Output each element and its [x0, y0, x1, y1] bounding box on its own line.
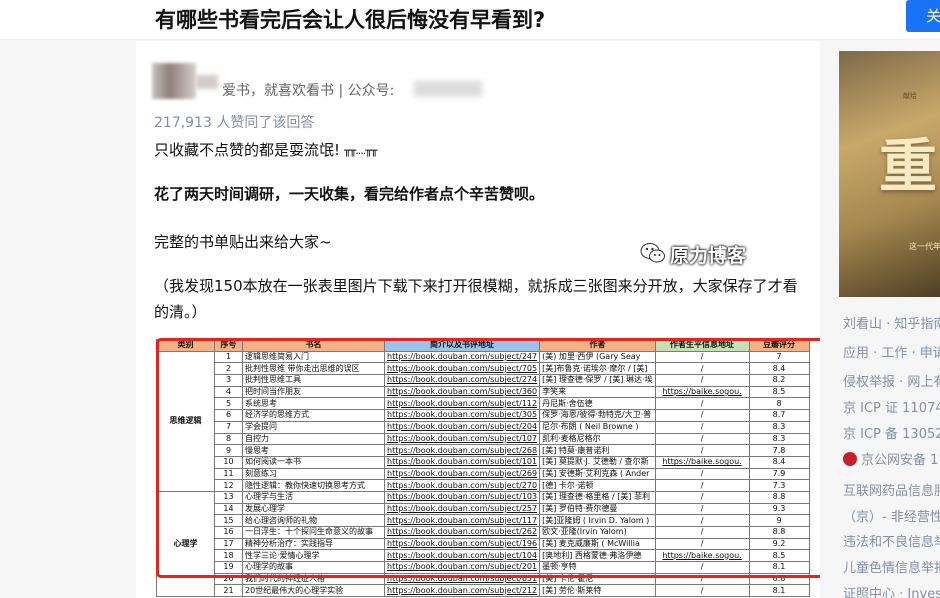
footer-link-child-report[interactable]: 儿童色情信息举报 — [843, 557, 940, 576]
footer-link-icp-record[interactable]: 京 ICP 备 130523 — [843, 423, 940, 442]
table-row: 21 20世纪最伟大的心理学实验 https://book.douban.com/s… — [157, 584, 810, 598]
banner-headline: 重 — [879, 132, 938, 200]
author-headline: 爱书，就喜欢看书 | 公众号: — [222, 83, 395, 99]
author-account-blurred — [414, 81, 482, 97]
wechat-icon — [640, 243, 665, 263]
avatar[interactable] — [152, 63, 196, 99]
ad-banner[interactable]: 献给 重 这一代年 — [839, 51, 940, 297]
author-info: 爱书，就喜欢看书 | 公众号: — [152, 63, 812, 99]
footer-link-license-center[interactable]: 证照中心 · Invest — [843, 583, 940, 598]
banner-caption: 献给 — [903, 92, 917, 100]
banner-subtitle: 这一代年 — [909, 242, 940, 251]
watermark-text: 原力博客 — [670, 245, 747, 267]
top-header: 有哪些书看完后会让人很后悔没有早看到? 关 — [0, 0, 940, 40]
footer-link-illegal-report[interactable]: 违法和不良信息举 — [843, 531, 940, 550]
footer-link-police[interactable]: 京公网安备 1101 — [843, 449, 940, 468]
book-title-cell: 20世纪最伟大的心理学实验 — [242, 584, 385, 598]
watermark: 原力博客 — [640, 238, 840, 268]
right-sidebar: 献给 重 这一代年 刘看山 · 知乎指南 应用 · 工作 · 申请 侵权举报 ·… — [830, 41, 940, 598]
footer-link-report[interactable]: 侵权举报 · 网上有 — [843, 371, 940, 390]
footer-link-non-commercial[interactable]: （京）- 非经营性 — [843, 506, 940, 525]
paragraph-text: 只收藏不点赞的都是耍流氓! — [154, 141, 341, 159]
answer-card: 爱书，就喜欢看书 | 公众号: 217,913 人赞同了该回答 只收藏不点赞的都… — [136, 41, 820, 598]
highlight-box — [156, 338, 820, 578]
douban-score-cell: 8.1 — [748, 584, 810, 598]
row-number-cell: 21 — [214, 584, 243, 598]
footer-link-icp-license[interactable]: 京 ICP 证 110745 — [843, 397, 940, 416]
vote-count: 217,913 人赞同了该回答 — [154, 115, 315, 131]
question-title[interactable]: 有哪些书看完后会让人很后悔没有早看到? — [155, 4, 545, 34]
book-list-image[interactable]: 类别 序号 书名 简介以及书评地址 作者 作者生平信息地址 豆瓣评分 思维逻辑 1… — [148, 337, 820, 598]
answer-paragraph-3: 完整的书单贴出来给大家~ — [154, 233, 332, 251]
author-bio-cell: / — [654, 584, 750, 598]
answer-paragraph-4: （我发现150本放在一张表里图片下载下来打开很模糊，就拆成三张图来分开放，大家保… — [154, 277, 798, 321]
footer-link-drug-info[interactable]: 互联网药品信息服 — [843, 480, 940, 499]
follow-button[interactable]: 关 — [906, 0, 940, 32]
page: 有哪些书看完后会让人很后悔没有早看到? 关 爱书，就喜欢看书 | 公众号: 21… — [0, 0, 940, 598]
footer-link-apps[interactable]: 应用 · 工作 · 申请 — [843, 342, 940, 361]
answer-paragraph-1: 只收藏不点赞的都是耍流氓! ╥╥....╥╥ — [154, 139, 378, 160]
crying-emoticon: ╥╥....╥╥ — [344, 144, 377, 157]
footer-link-guide[interactable]: 刘看山 · 知乎指南 — [843, 313, 940, 332]
answer-paragraph-2: 花了两天时间调研，一天收集，看完给作者点个辛苦赞呗。 — [154, 185, 545, 203]
douban-link[interactable]: https://book.douban.com/subject/212 — [383, 584, 541, 598]
police-link-label: 京公网安备 1101 — [861, 453, 940, 468]
author-cell: [美] 劳伦·斯莱特 — [539, 584, 656, 598]
police-badge-icon — [843, 452, 857, 466]
author-name-blurred[interactable] — [196, 75, 218, 89]
